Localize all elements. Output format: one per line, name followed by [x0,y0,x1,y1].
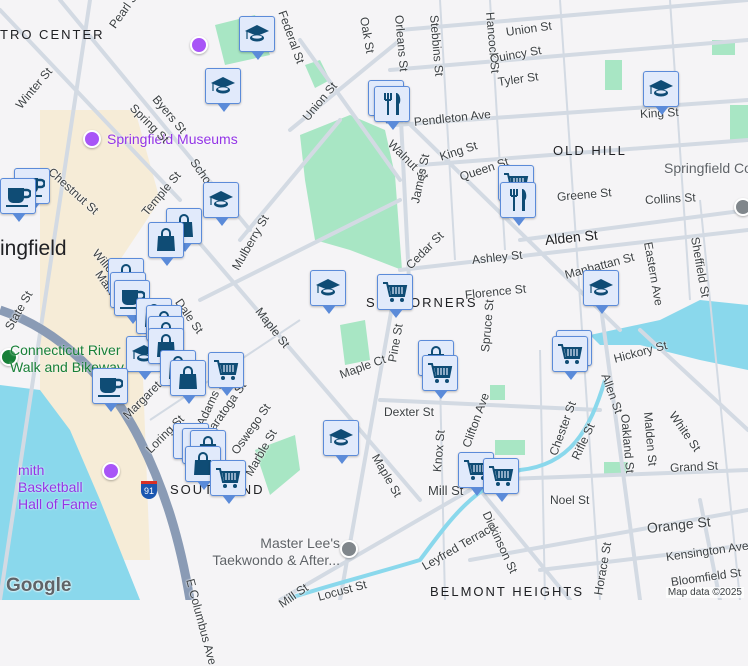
restaurant-icon [384,93,401,115]
street-label: Grand St [669,458,719,475]
interstate-shield: 91 [141,481,157,499]
school-icon [209,191,233,208]
school-icon [589,279,613,296]
shopping-icon [179,366,197,389]
place-pin-icon[interactable] [340,540,358,558]
grocery-cart-marker[interactable] [377,274,413,318]
school-icon [211,77,235,94]
school-icon [316,279,340,296]
grocery-icon [428,363,453,383]
poi-springfield-college[interactable]: Springfield Co [664,160,748,177]
poi-hall-of-fame[interactable]: mith Basketball Hall of Fame [18,462,103,513]
school-icon [245,25,269,42]
map-attribution[interactable]: Map data ©2025 [665,587,744,598]
google-logo: Google [6,575,72,596]
street-label: Dexter St [384,405,435,419]
neighborhood-label: TRO CENTER [0,27,105,42]
grocery-icon [383,282,408,302]
grocery-icon [216,468,241,488]
grocery-cart-marker[interactable] [483,458,519,502]
cafe-marker[interactable] [0,178,36,222]
neighborhood-label: OLD HILL [553,143,627,158]
school-marker[interactable] [205,68,241,112]
poi-springfield-museums[interactable]: Springfield Museums [107,131,238,148]
shopping-icon [157,228,175,251]
neighborhood-label: BELMONT HEIGHTS [430,584,585,599]
school-icon [649,80,673,97]
school-marker[interactable] [203,182,239,226]
museum-pin-icon[interactable] [190,36,208,54]
street-label: Noel St [550,493,590,507]
cafe-marker[interactable] [92,368,128,412]
school-icon [329,429,353,446]
museum-pin-icon[interactable] [83,130,101,148]
school-marker[interactable] [323,420,359,464]
poi-taekwondo[interactable]: Master Lee's Taekwondo & After... [205,535,340,569]
grocery-cart-marker[interactable] [210,460,246,504]
restaurant-icon [510,189,527,211]
grocery-cart-marker[interactable] [552,336,588,380]
school-marker[interactable] [643,71,679,115]
grocery-icon [558,344,583,364]
restaurant-marker[interactable] [374,86,410,130]
grocery-cart-marker[interactable] [208,352,244,396]
shopping-bag-marker[interactable] [170,360,206,404]
city-label: ingfield [0,237,67,260]
coffee-icon [98,378,123,397]
museum-pin-icon[interactable] [102,462,120,480]
school-marker[interactable] [583,270,619,314]
grocery-icon [489,466,514,486]
coffee-icon [6,188,31,207]
school-marker[interactable] [310,270,346,314]
grocery-icon [214,360,239,380]
school-marker[interactable] [239,16,275,60]
street-label: Collins St [644,190,696,207]
grocery-cart-marker[interactable] [422,355,458,399]
restaurant-marker[interactable] [500,182,536,226]
university-pin-icon[interactable] [734,198,748,216]
shopping-bag-marker[interactable] [148,222,184,266]
